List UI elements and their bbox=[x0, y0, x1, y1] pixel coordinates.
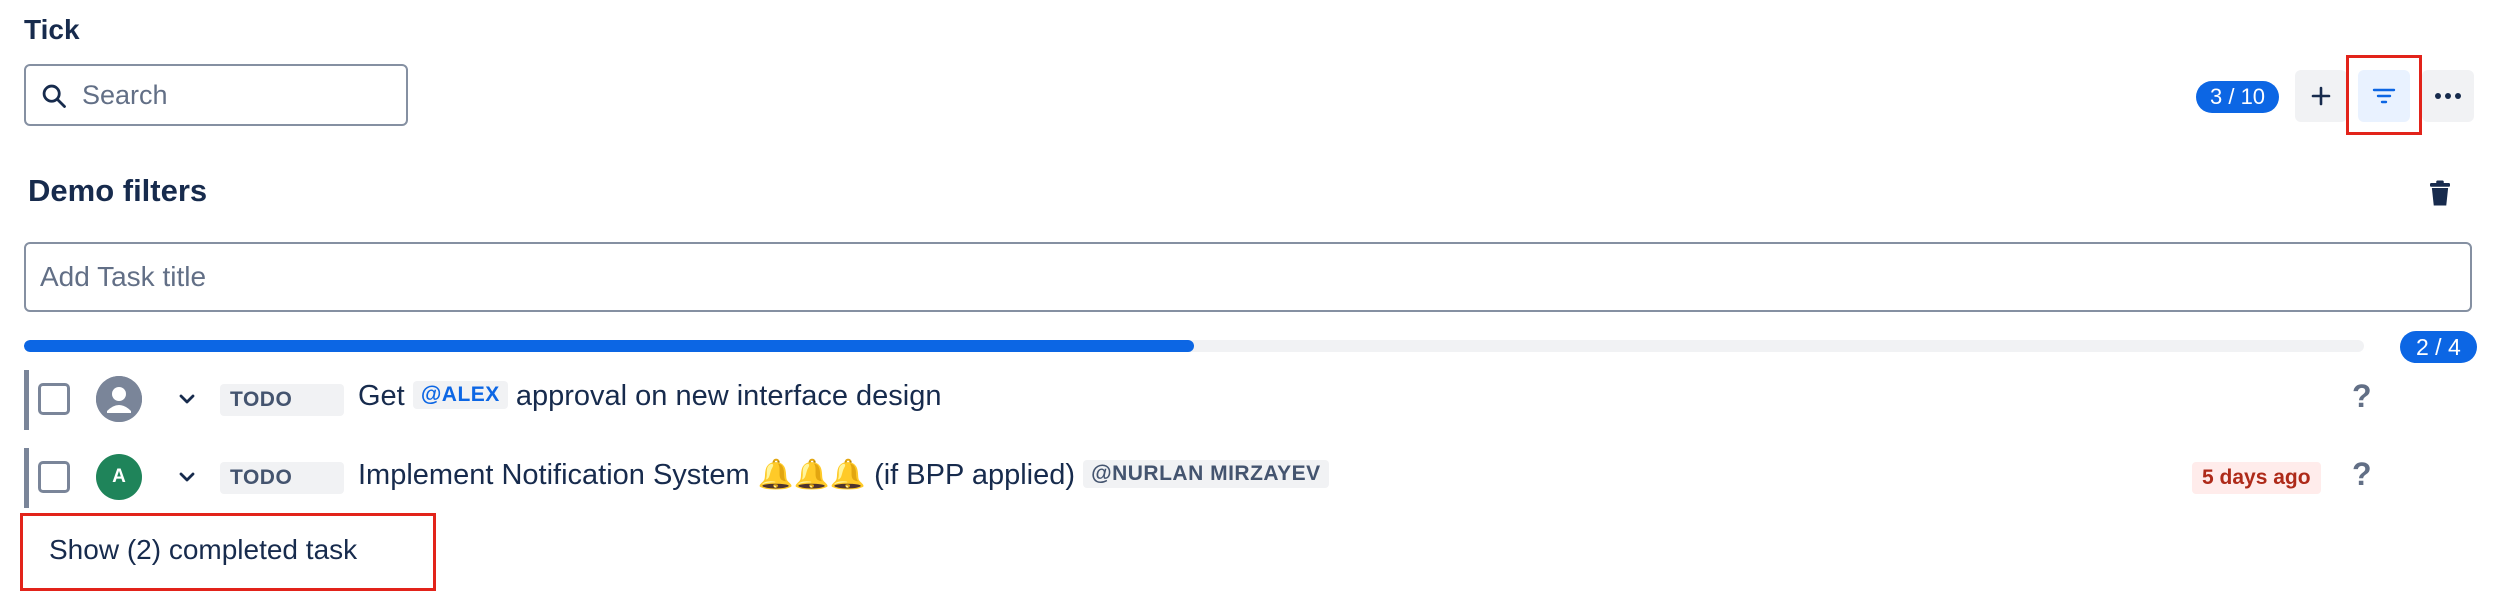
add-task-input[interactable] bbox=[40, 244, 2440, 310]
task-title[interactable]: Implement Notification System 🔔🔔🔔 (if BP… bbox=[358, 458, 1329, 492]
task-row[interactable]: A TODO Implement Notification System 🔔🔔🔔… bbox=[24, 448, 2464, 508]
app-title: Tick bbox=[24, 14, 80, 45]
user-icon bbox=[96, 376, 142, 422]
plus-icon bbox=[2311, 86, 2331, 106]
search-input[interactable] bbox=[82, 66, 392, 124]
trash-icon[interactable] bbox=[2425, 178, 2455, 208]
task-title[interactable]: Get @ALEX approval on new interface desi… bbox=[358, 380, 941, 413]
filter-highlight-outline bbox=[2346, 55, 2422, 135]
task-title-text: Get bbox=[358, 380, 405, 412]
help-icon[interactable]: ? bbox=[2352, 456, 2372, 493]
more-button[interactable] bbox=[2422, 70, 2474, 122]
task-row[interactable]: TODO Get @ALEX approval on new interface… bbox=[24, 370, 2464, 430]
task-title-text: Implement Notification System 🔔🔔🔔 (if BP… bbox=[358, 459, 1076, 491]
help-icon[interactable]: ? bbox=[2352, 378, 2372, 415]
search-icon bbox=[42, 84, 66, 108]
chevron-down-icon[interactable] bbox=[176, 388, 198, 410]
show-completed-button[interactable]: Show (2) completed task bbox=[20, 513, 436, 591]
task-row-accent bbox=[24, 370, 29, 430]
avatar[interactable]: A bbox=[96, 454, 142, 500]
task-title-text: approval on new interface design bbox=[515, 380, 942, 412]
due-date-badge: 5 days ago bbox=[2192, 462, 2321, 494]
task-checkbox[interactable] bbox=[38, 461, 70, 493]
search-field[interactable] bbox=[24, 64, 408, 126]
status-badge[interactable]: TODO bbox=[220, 462, 344, 494]
task-checkbox[interactable] bbox=[38, 383, 70, 415]
progress-bar bbox=[24, 340, 2364, 352]
progress-badge: 2 / 4 bbox=[2400, 331, 2477, 363]
task-row-accent bbox=[24, 448, 29, 508]
add-task-field[interactable] bbox=[24, 242, 2472, 312]
ellipsis-icon bbox=[2435, 93, 2461, 99]
avatar[interactable] bbox=[96, 376, 142, 422]
mention-tag[interactable]: @NURLAN MIRZAYEV bbox=[1083, 460, 1329, 489]
chevron-down-icon[interactable] bbox=[176, 466, 198, 488]
mention-tag[interactable]: @ALEX bbox=[412, 381, 508, 410]
task-count-badge: 3 / 10 bbox=[2196, 81, 2280, 113]
add-button[interactable] bbox=[2295, 70, 2347, 122]
list-title: Demo filters bbox=[28, 173, 208, 208]
progress-fill bbox=[24, 340, 1194, 352]
status-badge[interactable]: TODO bbox=[220, 384, 344, 416]
